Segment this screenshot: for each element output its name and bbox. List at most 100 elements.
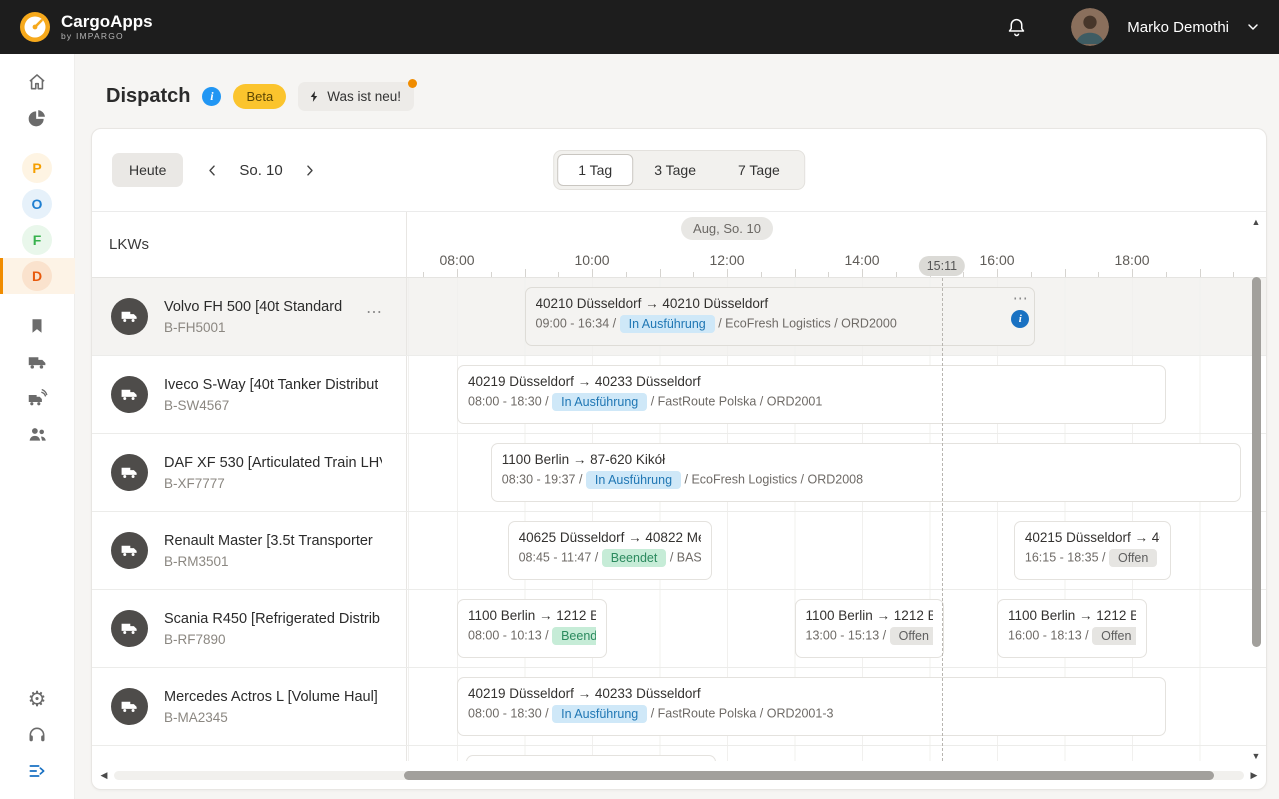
headset-icon bbox=[27, 725, 47, 745]
trip-status-badge: Beendet bbox=[552, 627, 596, 645]
view-option-1-Tag[interactable]: 1 Tag bbox=[557, 154, 633, 186]
schedule-rows: Volvo FH 500 [40t Standard B-FH5001 ⋯ 40… bbox=[92, 278, 1266, 761]
trip-card[interactable]: 40219 Düsseldorf → 40233 Düsseldorf 08:0… bbox=[457, 677, 1166, 736]
scroll-left-arrow[interactable]: ◀ bbox=[98, 770, 110, 781]
truck-name: Scania R450 [Refrigerated Distrib bbox=[164, 611, 380, 627]
truck-resource[interactable]: DAF XF 530 [Articulated Train LHV B-XF77… bbox=[92, 434, 407, 511]
workspace-initial: O bbox=[22, 189, 52, 219]
trip-card[interactable]: 1100 Berlin → 1212 Ber 08:00 - 10:13 / B… bbox=[457, 599, 607, 658]
dispatch-info-icon[interactable]: i bbox=[202, 87, 221, 106]
scroll-down-arrow[interactable]: ▼ bbox=[1250, 751, 1262, 761]
current-date-label: So. 10 bbox=[239, 162, 282, 179]
time-tick bbox=[457, 269, 458, 277]
bell-icon bbox=[1006, 17, 1027, 38]
user-menu-button[interactable] bbox=[1245, 19, 1261, 35]
truck-resource[interactable]: Iveco S-Way [40t Tanker Distribut B-SW45… bbox=[92, 356, 407, 433]
truck-schedule-lane: 40219 Düsseldorf → 40233 Düsseldorf 08:0… bbox=[407, 356, 1266, 433]
whats-new-button[interactable]: Was ist neu! bbox=[298, 82, 414, 111]
truck-schedule-lane: 40219 Düsseldorf → 40233 Düsseldorf 08:0… bbox=[407, 668, 1266, 745]
trip-card[interactable] bbox=[466, 755, 716, 761]
sidebar-item-bookmarks[interactable] bbox=[0, 308, 75, 344]
truck-more-button[interactable]: ⋯ bbox=[366, 302, 382, 322]
horizontal-scroll-track[interactable] bbox=[114, 771, 1244, 780]
workspace-list: P O F D bbox=[0, 150, 75, 294]
time-tick bbox=[592, 269, 593, 277]
view-switcher: 1 Tag3 Tage7 Tage bbox=[553, 150, 805, 190]
trip-card[interactable]: 40219 Düsseldorf → 40233 Düsseldorf 08:0… bbox=[457, 365, 1166, 424]
trip-card[interactable]: 40210 Düsseldorf → 40210 Düsseldorf 09:0… bbox=[525, 287, 1036, 346]
sidebar-workspace-F[interactable]: F bbox=[0, 222, 75, 258]
trip-meta: 09:00 - 16:34 / In Ausführung / EcoFresh… bbox=[536, 315, 1025, 333]
truck-texts: Iveco S-Way [40t Tanker Distribut B-SW45… bbox=[164, 377, 378, 413]
trip-meta: 08:00 - 18:30 / In Ausführung / FastRout… bbox=[468, 393, 1155, 411]
trip-actions: ⋯ i bbox=[1011, 293, 1029, 328]
truck-schedule-lane: 1100 Berlin → 1212 Ber 08:00 - 10:13 / B… bbox=[407, 590, 1266, 667]
truck-signal-icon bbox=[27, 388, 48, 409]
trip-card[interactable]: 1100 Berlin → 1212 Ber 13:00 - 15:13 / O… bbox=[795, 599, 945, 658]
time-tick bbox=[828, 272, 829, 277]
next-day-button[interactable] bbox=[295, 155, 325, 185]
sidebar-item-trucks[interactable] bbox=[0, 344, 75, 380]
trip-route: 40219 Düsseldorf → 40233 Düsseldorf bbox=[468, 374, 1155, 389]
trip-card[interactable]: 40625 Düsseldorf → 40822 Mettm 08:45 - 1… bbox=[508, 521, 713, 580]
time-tick bbox=[997, 269, 998, 277]
sidebar-collapse-button[interactable] bbox=[0, 753, 75, 789]
view-option-7-Tage[interactable]: 7 Tage bbox=[717, 154, 801, 186]
sidebar-item-support[interactable] bbox=[0, 717, 75, 753]
scroll-right-arrow[interactable]: ▶ bbox=[1248, 770, 1260, 781]
truck-resource[interactable]: Scania R450 [Refrigerated Distrib B-RF78… bbox=[92, 590, 407, 667]
horizontal-scrollbar: ◀ ▶ bbox=[98, 766, 1260, 784]
time-tick bbox=[727, 269, 728, 277]
trip-route: 1100 Berlin → 1212 Ber bbox=[468, 608, 596, 623]
truck-schedule-lane: 1100 Berlin → 87-620 Kikół 08:30 - 19:37… bbox=[407, 434, 1266, 511]
horizontal-scroll-thumb[interactable] bbox=[404, 771, 1214, 780]
time-tick bbox=[795, 269, 796, 277]
trip-info-icon[interactable]: i bbox=[1011, 310, 1029, 328]
view-option-3-Tage[interactable]: 3 Tage bbox=[633, 154, 717, 186]
trip-card[interactable]: 1100 Berlin → 87-620 Kikół 08:30 - 19:37… bbox=[491, 443, 1241, 502]
sidebar-workspace-O[interactable]: O bbox=[0, 186, 75, 222]
scroll-up-arrow[interactable]: ▲ bbox=[1250, 217, 1262, 227]
cargoapps-logo[interactable]: CargoApps by IMPARGO bbox=[18, 10, 153, 44]
vertical-scroll-track[interactable] bbox=[1252, 227, 1261, 751]
vertical-scroll-thumb[interactable] bbox=[1252, 277, 1261, 647]
whats-new-label: Was ist neu! bbox=[327, 89, 401, 104]
notifications-button[interactable] bbox=[1001, 12, 1031, 42]
trip-card[interactable]: 40215 Düsseldorf → 4061 16:15 - 18:35 / … bbox=[1014, 521, 1172, 580]
resources-header: LKWs bbox=[92, 212, 407, 277]
truck-resource[interactable]: Mercedes Actros L [Volume Haul] B-MA2345 bbox=[92, 668, 407, 745]
truck-resource[interactable]: Volvo FH 500 [40t Standard B-FH5001 ⋯ bbox=[92, 278, 407, 355]
sidebar-workspace-P[interactable]: P bbox=[0, 150, 75, 186]
truck-resource[interactable]: Renault Master [3.5t Transporter B-RM350… bbox=[92, 512, 407, 589]
today-button[interactable]: Heute bbox=[112, 153, 183, 187]
sidebar-item-home[interactable] bbox=[0, 64, 75, 100]
hour-label: 16:00 bbox=[979, 252, 1014, 268]
trip-route: 40215 Düsseldorf → 4061 bbox=[1025, 530, 1161, 545]
current-time-pill: 15:11 bbox=[919, 256, 965, 276]
sidebar-item-telematics[interactable] bbox=[0, 380, 75, 416]
sidebar-item-settings[interactable]: ⚙ bbox=[0, 681, 75, 717]
brand-subtitle: by IMPARGO bbox=[61, 32, 153, 41]
truck-name: DAF XF 530 [Articulated Train LHV bbox=[164, 455, 382, 471]
truck-texts: Volvo FH 500 [40t Standard B-FH5001 bbox=[164, 299, 342, 335]
trip-card[interactable]: 1100 Berlin → 1212 Ber 16:00 - 18:13 / O… bbox=[997, 599, 1147, 658]
trip-meta: 08:30 - 19:37 / In Ausführung / EcoFresh… bbox=[502, 471, 1230, 489]
truck-avatar bbox=[111, 610, 148, 647]
truck-plate: B-XF7777 bbox=[164, 476, 382, 491]
vertical-scrollbar: ▲ ▼ bbox=[1249, 217, 1263, 761]
sidebar-item-statistics[interactable] bbox=[0, 100, 75, 136]
prev-day-button[interactable] bbox=[197, 155, 227, 185]
chevron-down-icon bbox=[1245, 19, 1261, 35]
avatar[interactable] bbox=[1071, 8, 1109, 46]
trip-more-button[interactable]: ⋯ bbox=[1013, 293, 1028, 305]
truck-icon bbox=[120, 307, 139, 326]
trip-status-badge: In Ausführung bbox=[552, 705, 647, 723]
dispatch-board: Heute So. 10 1 Tag3 Tage7 Tage LKWs Aug,… bbox=[91, 128, 1267, 790]
trip-status-badge: In Ausführung bbox=[586, 471, 681, 489]
avatar-image bbox=[1071, 8, 1109, 46]
sidebar-item-team[interactable] bbox=[0, 416, 75, 452]
sidebar: P O F D ⚙ bbox=[0, 54, 75, 799]
sidebar-workspace-D[interactable]: D bbox=[0, 258, 75, 294]
truck-plate: B-RF7890 bbox=[164, 632, 380, 647]
truck-resource[interactable] bbox=[92, 746, 407, 761]
